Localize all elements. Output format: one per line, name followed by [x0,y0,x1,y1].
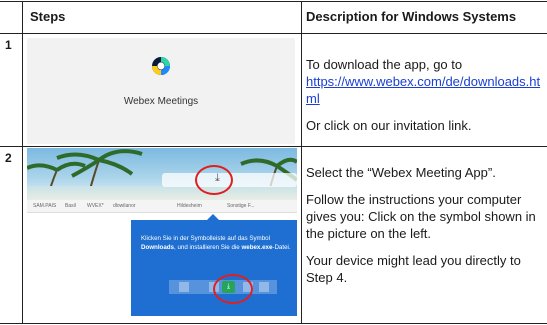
bookmarks-bar: SAM.PAIS Basil WVEX* dlowilanor Hildeshe… [27,200,297,213]
row2-instructions-text: Follow the instructions your computer gi… [306,192,536,241]
bookmark-item[interactable]: dlowilanor [113,203,136,209]
row2-description: Select the “Webex Meeting App”. Follow t… [306,164,542,286]
row1-number: 1 [5,38,12,52]
star-icon [179,282,189,292]
highlight-circle-popup [213,274,253,304]
row2-shortcut-text: Your device might lead you directly to S… [306,253,521,285]
header-steps: Steps [30,9,66,24]
steps-table: Steps Description for Windows Systems 1 … [0,0,547,325]
table-top-border [0,1,547,2]
row1-intro-text: To download the app, go to [306,57,463,72]
popup-text: Klicken Sie in der Symbolleiste auf das … [141,235,291,251]
bookmark-item[interactable]: Basil [65,203,76,209]
bookmark-item[interactable]: Sonstige F... [227,203,255,209]
bookmark-item[interactable]: WVEX* [87,203,104,209]
table-bottom-border [0,323,547,324]
bookmark-item[interactable]: SAM.PAIS [33,203,56,209]
column-divider [301,1,302,324]
row2-number: 2 [5,151,12,165]
row1-bottom-border [0,146,547,147]
bookmark-item[interactable]: Hildesheim [177,203,202,209]
beach-strip [27,186,297,200]
header-bottom-border [0,33,547,34]
popup-bold-downloads: Downloads [141,244,175,251]
webex-meetings-logo-image: Webex Meetings [27,38,295,144]
row2-select-text: Select the “Webex Meeting App”. [306,165,496,180]
number-column-divider [22,1,23,324]
popup-bold-filename: webex.exe [241,244,273,251]
download-link[interactable]: https://www.webex.com/de/downloads.html [306,73,542,107]
row1-description: To download the app, go to https://www.w… [306,56,542,134]
download-instruction-popup: Klicken Sie in der Symbolleiste auf das … [131,220,297,316]
browser-download-screenshot: ⤓ SAM.PAIS Basil WVEX* dlowilanor Hildes… [27,148,297,316]
webex-logo-icon [152,57,170,75]
header-description: Description for Windows Systems [306,9,517,24]
toolbar-icon [259,282,269,292]
highlight-circle-toolbar [195,165,233,195]
webex-meetings-caption: Webex Meetings [123,96,199,107]
row1-alt-text: Or click on our invitation link. [306,118,472,133]
